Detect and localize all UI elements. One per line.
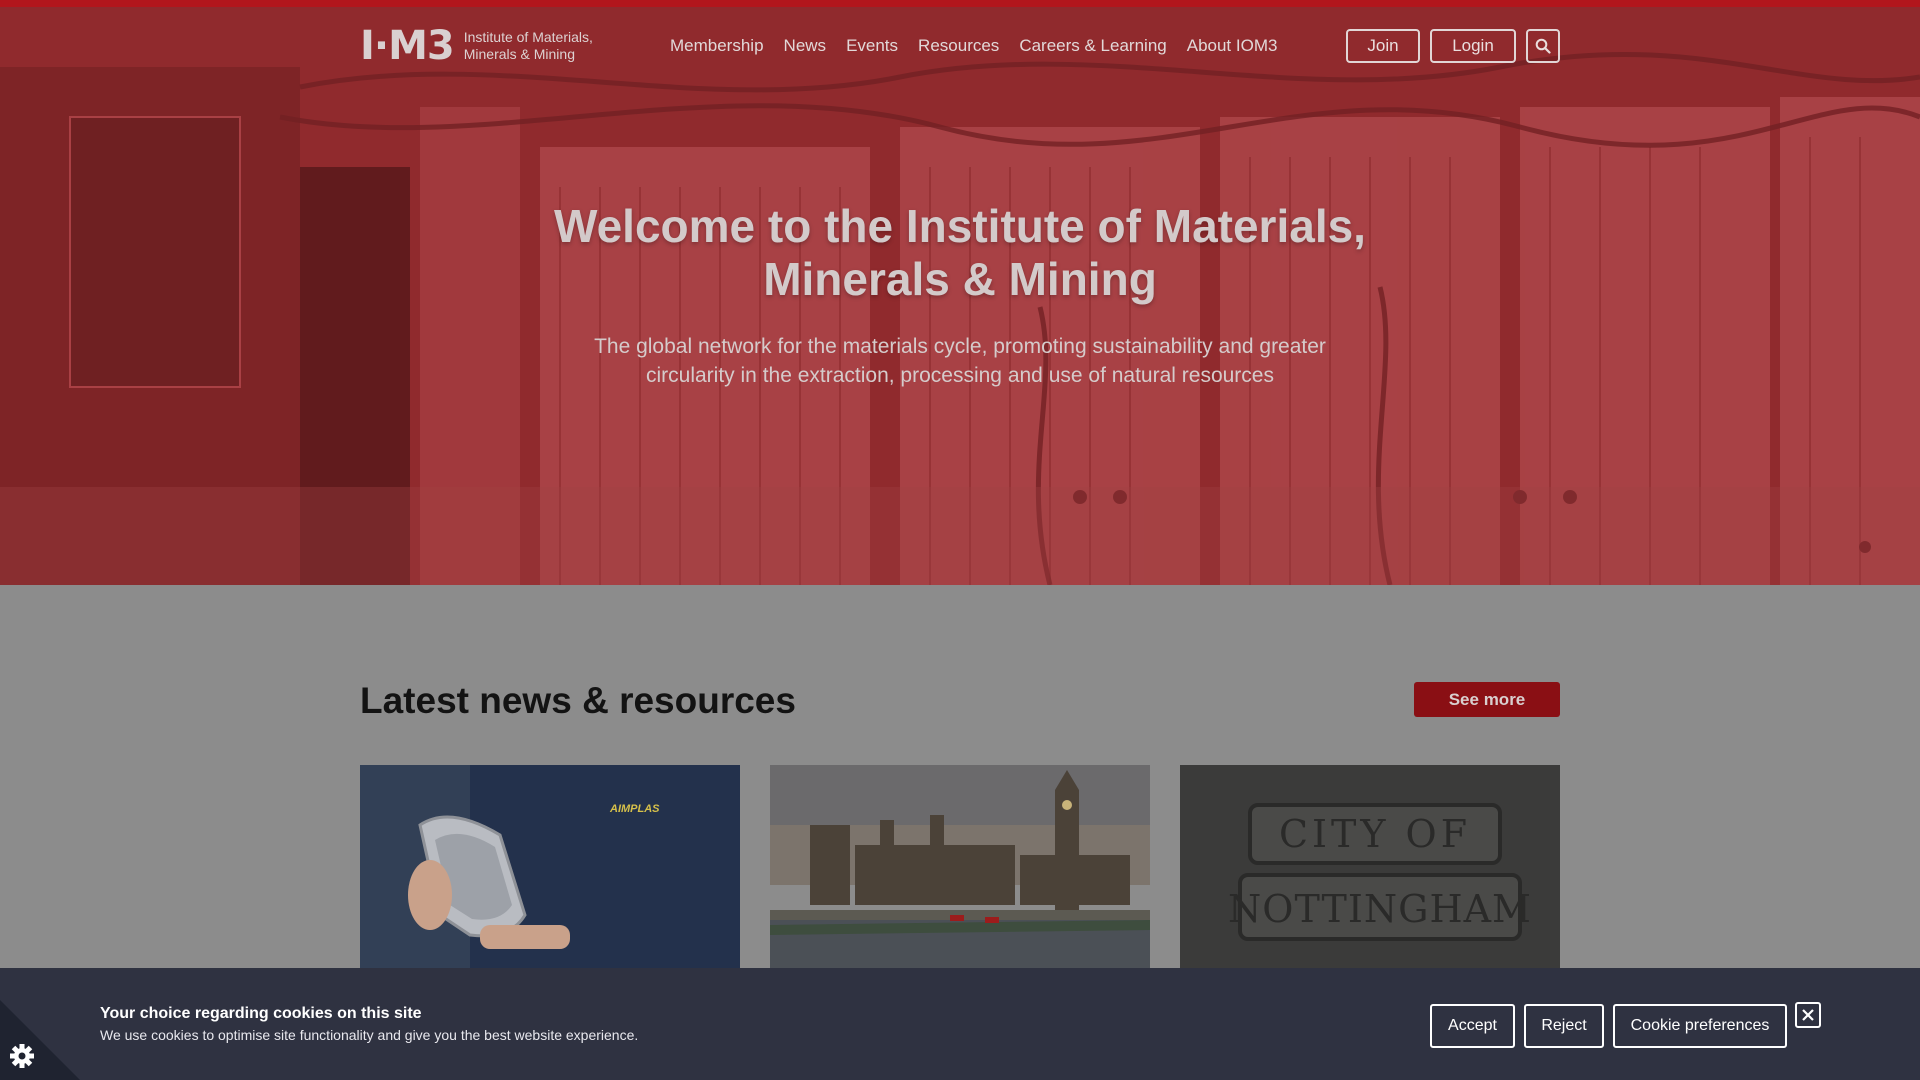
login-button[interactable]: Login [1430,29,1516,63]
news-card-image-parliament [770,765,1150,970]
logo-text: Institute of Materials, Minerals & Minin… [464,29,593,63]
logo-mark: I·M3 [360,23,455,69]
nav-item-news[interactable]: News [784,36,827,56]
nav-item-events[interactable]: Events [846,36,898,56]
cookie-settings-corner[interactable] [0,1000,80,1080]
cookie-accept-button[interactable]: Accept [1430,1004,1515,1048]
top-accent-strip [0,0,1920,7]
search-button[interactable] [1526,29,1560,63]
news-card-image-nottingham-plaque: CITY OF NOTTINGHAM [1180,765,1560,970]
card-brand-text: AIMPLAS [609,803,660,815]
nav-item-careers-learning[interactable]: Careers & Learning [1019,36,1166,56]
join-button[interactable]: Join [1346,29,1420,63]
hero-subtitle: The global network for the materials cyc… [594,335,1326,387]
plaque-line1: CITY OF [1279,812,1471,856]
nav-item-resources[interactable]: Resources [918,36,999,56]
gear-icon [10,1044,34,1068]
news-card[interactable] [770,765,1150,970]
plaque-line2: NOTTINGHAM [1228,887,1532,931]
see-more-button[interactable]: See more [1414,682,1560,717]
site-logo[interactable]: I·M3 Institute of Materials, Minerals & … [360,26,593,66]
logo-text-line2: Minerals & Mining [463,46,575,62]
close-icon [1802,1009,1814,1021]
news-card[interactable]: AIMPLAS [360,765,740,970]
logo-text-line1: Institute of Materials, [463,29,593,45]
news-card-image-person-tray: AIMPLAS [360,765,740,970]
news-section-heading: Latest news & resources [360,680,796,721]
hero-title: Welcome to the Institute of Materials, M… [554,200,1366,305]
news-card[interactable]: CITY OF NOTTINGHAM [1180,765,1560,970]
cookie-title: Your choice regarding cookies on this si… [100,1005,422,1022]
cookie-preferences-button[interactable]: Cookie preferences [1613,1004,1787,1048]
cookie-description: We use cookies to optimise site function… [100,1027,639,1043]
nav-item-membership[interactable]: Membership [670,36,764,56]
cookie-reject-button[interactable]: Reject [1524,1004,1604,1048]
search-icon [1535,38,1551,54]
cookie-close-button[interactable] [1795,1002,1821,1028]
cookie-banner: Your choice regarding cookies on this si… [0,968,1920,1080]
nav-item-about[interactable]: About IOM3 [1187,36,1278,56]
main-nav: Membership News Events Resources Careers… [670,36,1277,56]
